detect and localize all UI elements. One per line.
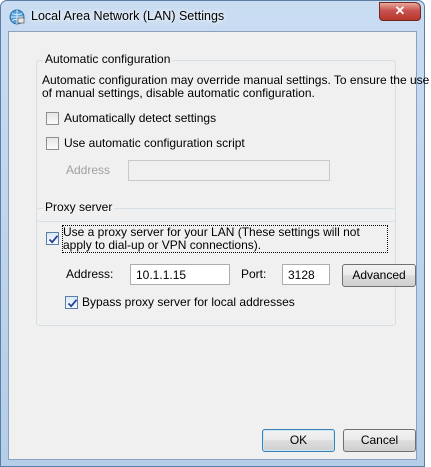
lan-settings-window: Local Area Network (LAN) Settings ✕ Auto…	[0, 0, 429, 467]
close-button[interactable]: ✕	[379, 2, 421, 21]
script-address-label: Address	[66, 163, 111, 177]
advanced-button[interactable]: Advanced	[342, 264, 416, 287]
proxy-address-input[interactable]	[130, 264, 230, 285]
checkmark-icon	[67, 299, 78, 308]
proxy-address-label: Address:	[66, 267, 114, 281]
automatic-configuration-description: Automatic configuration may override man…	[42, 73, 430, 100]
dialog-body: Automatic configuration Automatic config…	[8, 31, 429, 460]
proxy-port-input[interactable]	[282, 264, 330, 285]
use-config-script-label[interactable]: Use automatic configuration script	[64, 136, 245, 150]
bypass-local-checkbox[interactable]	[65, 296, 78, 309]
use-proxy-checkbox[interactable]	[46, 232, 59, 245]
proxy-server-area: Proxy server Use a proxy server for your…	[36, 200, 416, 326]
proxy-server-legend: Proxy server	[43, 200, 115, 214]
auto-detect-label[interactable]: Automatically detect settings	[64, 111, 216, 125]
proxy-port-label: Port:	[241, 267, 267, 281]
bypass-local-label[interactable]: Bypass proxy server for local addresses	[82, 295, 295, 309]
close-icon: ✕	[394, 3, 406, 18]
network-globe-icon	[9, 9, 25, 25]
use-proxy-label[interactable]: Use a proxy server for your LAN (These s…	[62, 225, 388, 253]
checkmark-icon	[48, 235, 59, 244]
script-address-input[interactable]	[128, 160, 330, 181]
use-config-script-checkbox[interactable]	[46, 137, 59, 150]
ok-button[interactable]: OK	[262, 429, 335, 452]
title-bar[interactable]: Local Area Network (LAN) Settings ✕	[1, 1, 424, 31]
window-title: Local Area Network (LAN) Settings	[31, 9, 225, 23]
cancel-button[interactable]: Cancel	[343, 429, 416, 452]
automatic-configuration-legend: Automatic configuration	[43, 52, 173, 66]
auto-detect-checkbox[interactable]	[46, 112, 59, 125]
automatic-configuration-area: Automatic configuration Automatic config…	[36, 52, 429, 222]
